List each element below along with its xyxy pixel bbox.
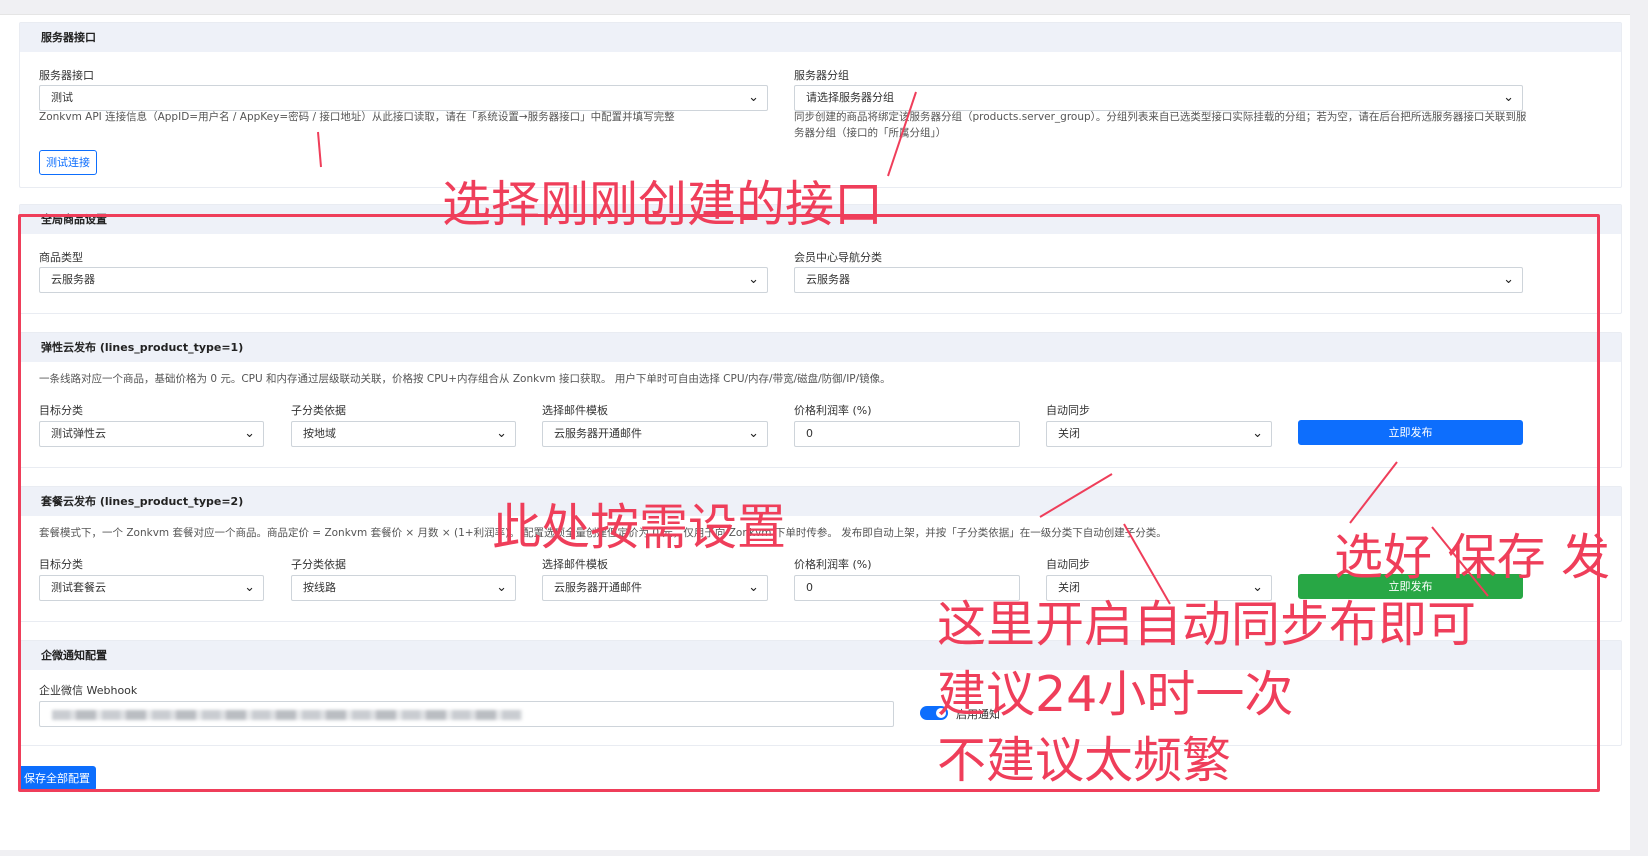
package-sub-label: 子分类依据 (291, 558, 346, 571)
chevron-down-icon: ⌄ (496, 426, 507, 441)
annotation-enable-sync: 这里开启自动同步布即可 (937, 596, 1477, 653)
annotation-set-as-needed: 此处按需设置 (492, 499, 787, 556)
elastic-profit-label: 价格利润率 (%) (794, 404, 872, 417)
chevron-down-icon: ⌄ (748, 426, 759, 441)
chevron-down-icon: ⌄ (244, 580, 255, 595)
annotation-select-interface: 选择刚刚创建的接口 (442, 176, 884, 233)
package-target-select[interactable]: 测试套餐云 ⌄ (39, 575, 264, 601)
elastic-sub-value: 按地域 (303, 427, 336, 440)
package-sync-label: 自动同步 (1046, 558, 1090, 571)
elastic-sync-label: 自动同步 (1046, 404, 1090, 417)
group-help: 同步创建的商品将绑定该服务器分组（products.server_group）。… (794, 111, 1527, 139)
elastic-publish-button[interactable]: 立即发布 (1298, 420, 1523, 445)
group-select[interactable]: 请选择服务器分组 ⌄ (794, 85, 1523, 111)
annotation-save-publish: 选好 保存 发 (1334, 529, 1611, 586)
package-mail-value: 云服务器开通邮件 (554, 581, 642, 594)
chevron-down-icon: ⌄ (1503, 272, 1514, 287)
elastic-sub-label: 子分类依据 (291, 404, 346, 417)
package-mail-select[interactable]: 云服务器开通邮件 ⌄ (542, 575, 768, 601)
annotation-24h: 建议24小时一次 (937, 666, 1294, 723)
webhook-input[interactable] (39, 701, 894, 727)
elastic-title: 弹性云发布 (lines_product_type=1) (20, 333, 1621, 362)
server-interface-card: 服务器接口 服务器接口 测试 ⌄ Zonkvm API 连接信息（AppID=用… (19, 22, 1622, 188)
chevron-down-icon: ⌄ (748, 580, 759, 595)
package-mail-label: 选择邮件模板 (542, 558, 608, 571)
package-sub-value: 按线路 (303, 581, 336, 594)
nav-category-value: 云服务器 (806, 273, 850, 286)
package-desc: 套餐模式下，一个 Zonkvm 套餐对应一个商品。商品定价 = Zonkvm 套… (39, 527, 1167, 539)
server-interface-title: 服务器接口 (20, 23, 1621, 52)
interface-select[interactable]: 测试 ⌄ (39, 85, 768, 111)
package-target-value: 测试套餐云 (51, 581, 106, 594)
package-target-label: 目标分类 (39, 558, 83, 571)
elastic-sync-select[interactable]: 关闭 ⌄ (1046, 421, 1272, 447)
nav-category-select[interactable]: 云服务器 ⌄ (794, 267, 1523, 293)
chevron-down-icon: ⌄ (748, 272, 759, 287)
chevron-down-icon: ⌄ (496, 580, 507, 595)
group-select-value: 请选择服务器分组 (806, 91, 894, 104)
wecom-card: 企微通知配置 企业微信 Webhook 启用通知 (19, 640, 1622, 746)
package-sub-select[interactable]: 按线路 ⌄ (291, 575, 516, 601)
elastic-target-label: 目标分类 (39, 404, 83, 417)
test-connection-button[interactable]: 测试连接 (39, 150, 97, 175)
save-all-button[interactable]: 保存全部配置 (18, 766, 96, 791)
group-label: 服务器分组 (794, 69, 849, 82)
elastic-mail-value: 云服务器开通邮件 (554, 427, 642, 440)
elastic-sync-value: 关闭 (1058, 427, 1080, 440)
package-title: 套餐云发布 (lines_product_type=2) (20, 487, 1621, 516)
product-type-label: 商品类型 (39, 251, 83, 264)
chevron-down-icon: ⌄ (1503, 90, 1514, 105)
package-sync-value: 关闭 (1058, 581, 1080, 594)
elastic-desc: 一条线路对应一个商品，基础价格为 0 元。CPU 和内存通过层级联动关联，价格按… (39, 373, 891, 385)
chevron-down-icon: ⌄ (1252, 426, 1263, 441)
interface-help: Zonkvm API 连接信息（AppID=用户名 / AppKey=密码 / … (39, 111, 675, 123)
elastic-target-value: 测试弹性云 (51, 427, 106, 440)
interface-label: 服务器接口 (39, 69, 94, 82)
elastic-target-select[interactable]: 测试弹性云 ⌄ (39, 421, 264, 447)
interface-select-value: 测试 (51, 91, 73, 104)
elastic-card: 弹性云发布 (lines_product_type=1) 一条线路对应一个商品，… (19, 332, 1622, 468)
elastic-sub-select[interactable]: 按地域 ⌄ (291, 421, 516, 447)
elastic-profit-input[interactable]: 0 (794, 421, 1020, 447)
elastic-mail-select[interactable]: 云服务器开通邮件 ⌄ (542, 421, 768, 447)
product-type-value: 云服务器 (51, 273, 95, 286)
product-type-select[interactable]: 云服务器 ⌄ (39, 267, 768, 293)
nav-category-label: 会员中心导航分类 (794, 251, 882, 264)
chevron-down-icon: ⌄ (748, 90, 759, 105)
chevron-down-icon: ⌄ (244, 426, 255, 441)
webhook-label: 企业微信 Webhook (39, 684, 138, 697)
webhook-redacted-value (52, 710, 522, 720)
annotation-not-frequent: 不建议太频繁 (937, 732, 1232, 789)
package-profit-label: 价格利润率 (%) (794, 558, 872, 571)
elastic-mail-label: 选择邮件模板 (542, 404, 608, 417)
